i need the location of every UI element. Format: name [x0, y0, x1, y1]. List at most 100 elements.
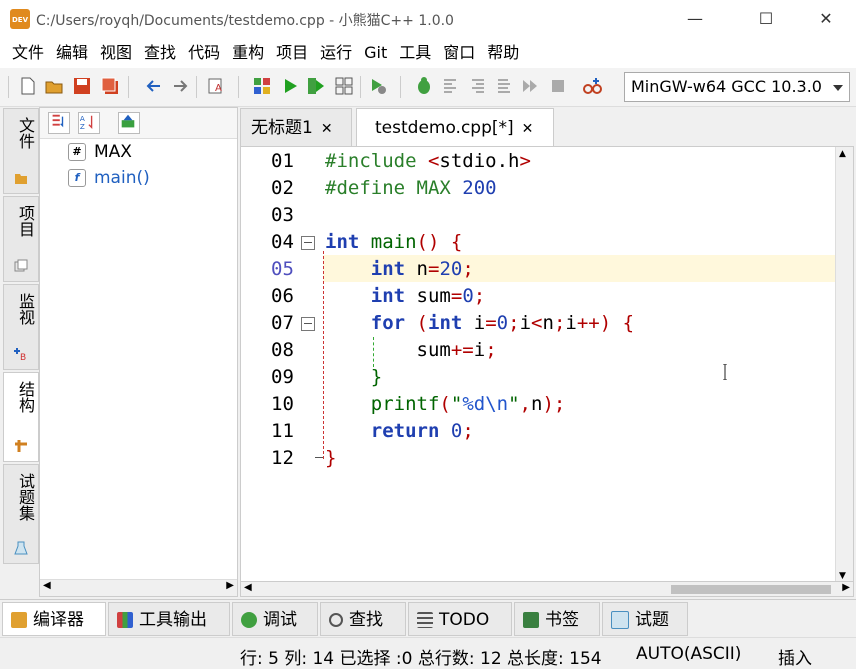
editor-tab-bar: 无标题1 ✕ testdemo.cpp[*] ✕	[238, 108, 856, 146]
compiler-icon	[11, 612, 27, 628]
tab-structure-label: 结构	[16, 381, 35, 413]
new-file-icon[interactable]	[18, 76, 38, 96]
forward-icon[interactable]	[170, 76, 190, 96]
code-line: }	[370, 366, 383, 388]
fold-collapse-icon[interactable]	[301, 317, 315, 331]
scroll-down-icon[interactable]: ▼	[839, 571, 846, 581]
fold-collapse-icon[interactable]	[301, 236, 315, 250]
menu-refactor[interactable]: 重构	[226, 38, 270, 68]
format-code-icon[interactable]: A	[206, 76, 226, 96]
encoding-status[interactable]: AUTO(ASCII)	[636, 644, 741, 664]
menu-git[interactable]: Git	[358, 38, 393, 68]
menu-file[interactable]: 文件	[6, 38, 50, 68]
maximize-button[interactable]: ☐	[743, 0, 789, 38]
scroll-left-icon[interactable]: ◀	[244, 582, 252, 593]
window-title: C:/Users/royqh/Documents/testdemo.cpp - …	[36, 13, 454, 29]
rebuild-icon[interactable]	[334, 76, 354, 96]
tab-label: 调试	[263, 610, 297, 630]
tab-debug[interactable]: 调试	[232, 602, 318, 636]
stop-icon[interactable]	[548, 76, 568, 96]
run-params-icon[interactable]	[368, 76, 388, 96]
menu-window[interactable]: 窗口	[437, 38, 481, 68]
menu-edit[interactable]: 编辑	[50, 38, 94, 68]
save-icon[interactable]	[72, 76, 92, 96]
editor-horizontal-scrollbar[interactable]: ◀ ▶	[240, 581, 854, 597]
toolbar-separator	[400, 76, 401, 98]
menu-tools[interactable]: 工具	[393, 38, 437, 68]
code-line: #include <stdio.h>	[325, 150, 531, 172]
step-into-icon[interactable]	[468, 76, 488, 96]
save-all-icon[interactable]	[100, 76, 120, 96]
menu-help[interactable]: 帮助	[481, 38, 525, 68]
sort-alpha-button[interactable]: AZ	[78, 112, 100, 134]
cursor-position-status: 行: 5 列: 14 已选择 :0 总行数: 12 总长度: 154	[240, 649, 602, 669]
tab-testdemo[interactable]: testdemo.cpp[*] ✕	[356, 108, 554, 146]
open-file-icon[interactable]	[44, 76, 64, 96]
tab-untitled1[interactable]: 无标题1 ✕	[240, 108, 352, 146]
tab-compiler[interactable]: 编译器	[2, 602, 106, 636]
add-watch-icon[interactable]	[582, 76, 602, 96]
svg-text:B: B	[20, 353, 26, 361]
svg-text:Z: Z	[80, 122, 85, 131]
line-number-gutter: 01 02 03 04 05 06 07 08 09 10 11 12	[241, 147, 323, 581]
structure-item-max[interactable]: # MAX	[68, 142, 132, 162]
line-number: 12	[271, 447, 294, 469]
structure-item-main[interactable]: f main()	[68, 168, 150, 188]
run-icon[interactable]	[280, 76, 300, 96]
menu-code[interactable]: 代码	[182, 38, 226, 68]
tab-tool-output[interactable]: 工具输出	[108, 602, 230, 636]
tab-bookmarks[interactable]: 书签	[514, 602, 600, 636]
step-over-icon[interactable]	[440, 76, 460, 96]
structure-horizontal-scrollbar[interactable]: ◀ ▶	[40, 579, 237, 596]
code-line: for (int i=0;i<n;i++) {	[370, 312, 635, 334]
code-editor[interactable]: 01 02 03 04 05 06 07 08 09 10 11 12 #inc…	[240, 146, 854, 582]
tab-label: 编译器	[33, 610, 84, 630]
tab-find[interactable]: 查找	[320, 602, 406, 636]
sort-by-type-button[interactable]	[48, 112, 70, 134]
tab-problem[interactable]: 试题	[602, 602, 688, 636]
status-bar: 行: 5 列: 14 已选择 :0 总行数: 12 总长度: 154 AUTO(…	[0, 637, 856, 669]
continue-icon[interactable]	[520, 76, 540, 96]
compile-run-icon[interactable]	[306, 76, 326, 96]
toolbar-separator	[196, 76, 197, 98]
line-number: 06	[271, 285, 294, 307]
close-icon[interactable]: ✕	[321, 121, 333, 137]
compiler-select-value: MinGW-w64 GCC 10.3.0	[631, 77, 821, 96]
tab-structure[interactable]: 结构	[3, 372, 39, 462]
editor-vertical-scrollbar[interactable]: ▲ ▼	[835, 147, 853, 581]
close-button[interactable]: ✕	[803, 0, 849, 38]
step-out-icon[interactable]	[494, 76, 514, 96]
scroll-thumb[interactable]	[671, 585, 831, 594]
compiler-select[interactable]: MinGW-w64 GCC 10.3.0	[624, 72, 850, 102]
tab-todo[interactable]: TODO	[408, 602, 512, 636]
menu-project[interactable]: 项目	[270, 38, 314, 68]
compile-icon[interactable]	[252, 76, 272, 96]
minimize-button[interactable]: —	[672, 0, 718, 38]
toolbar-separator	[128, 76, 129, 98]
app-logo-icon: DEV	[10, 9, 30, 29]
scroll-right-icon[interactable]: ▶	[226, 580, 234, 591]
bug-icon	[241, 612, 257, 628]
close-icon[interactable]: ✕	[522, 121, 534, 137]
code-line: #define MAX 200	[325, 177, 497, 199]
code-line: }	[325, 447, 337, 469]
menu-search[interactable]: 查找	[138, 38, 182, 68]
menu-run[interactable]: 运行	[314, 38, 358, 68]
bottom-panel-tabs: 编译器 工具输出 调试 查找 TODO 书签 试题	[0, 599, 856, 638]
tab-project[interactable]: 项目	[3, 196, 39, 282]
back-icon[interactable]	[144, 76, 164, 96]
menu-view[interactable]: 视图	[94, 38, 138, 68]
scroll-right-icon[interactable]: ▶	[842, 582, 850, 593]
insert-mode-status: 插入	[778, 649, 812, 669]
show-inherited-button[interactable]	[118, 112, 140, 134]
tab-watch[interactable]: 监视 B	[3, 284, 39, 370]
scroll-left-icon[interactable]: ◀	[43, 580, 51, 591]
debug-icon[interactable]	[414, 76, 434, 96]
tab-files[interactable]: 文件	[3, 108, 39, 194]
structure-panel: AZ # MAX f main() ◀ ▶	[39, 107, 238, 597]
tab-problem-set[interactable]: 试题集	[3, 464, 39, 564]
scroll-up-icon[interactable]: ▲	[839, 149, 846, 159]
search-icon	[329, 613, 343, 627]
line-number: 01	[271, 150, 294, 172]
tab-project-label: 项目	[16, 205, 35, 237]
